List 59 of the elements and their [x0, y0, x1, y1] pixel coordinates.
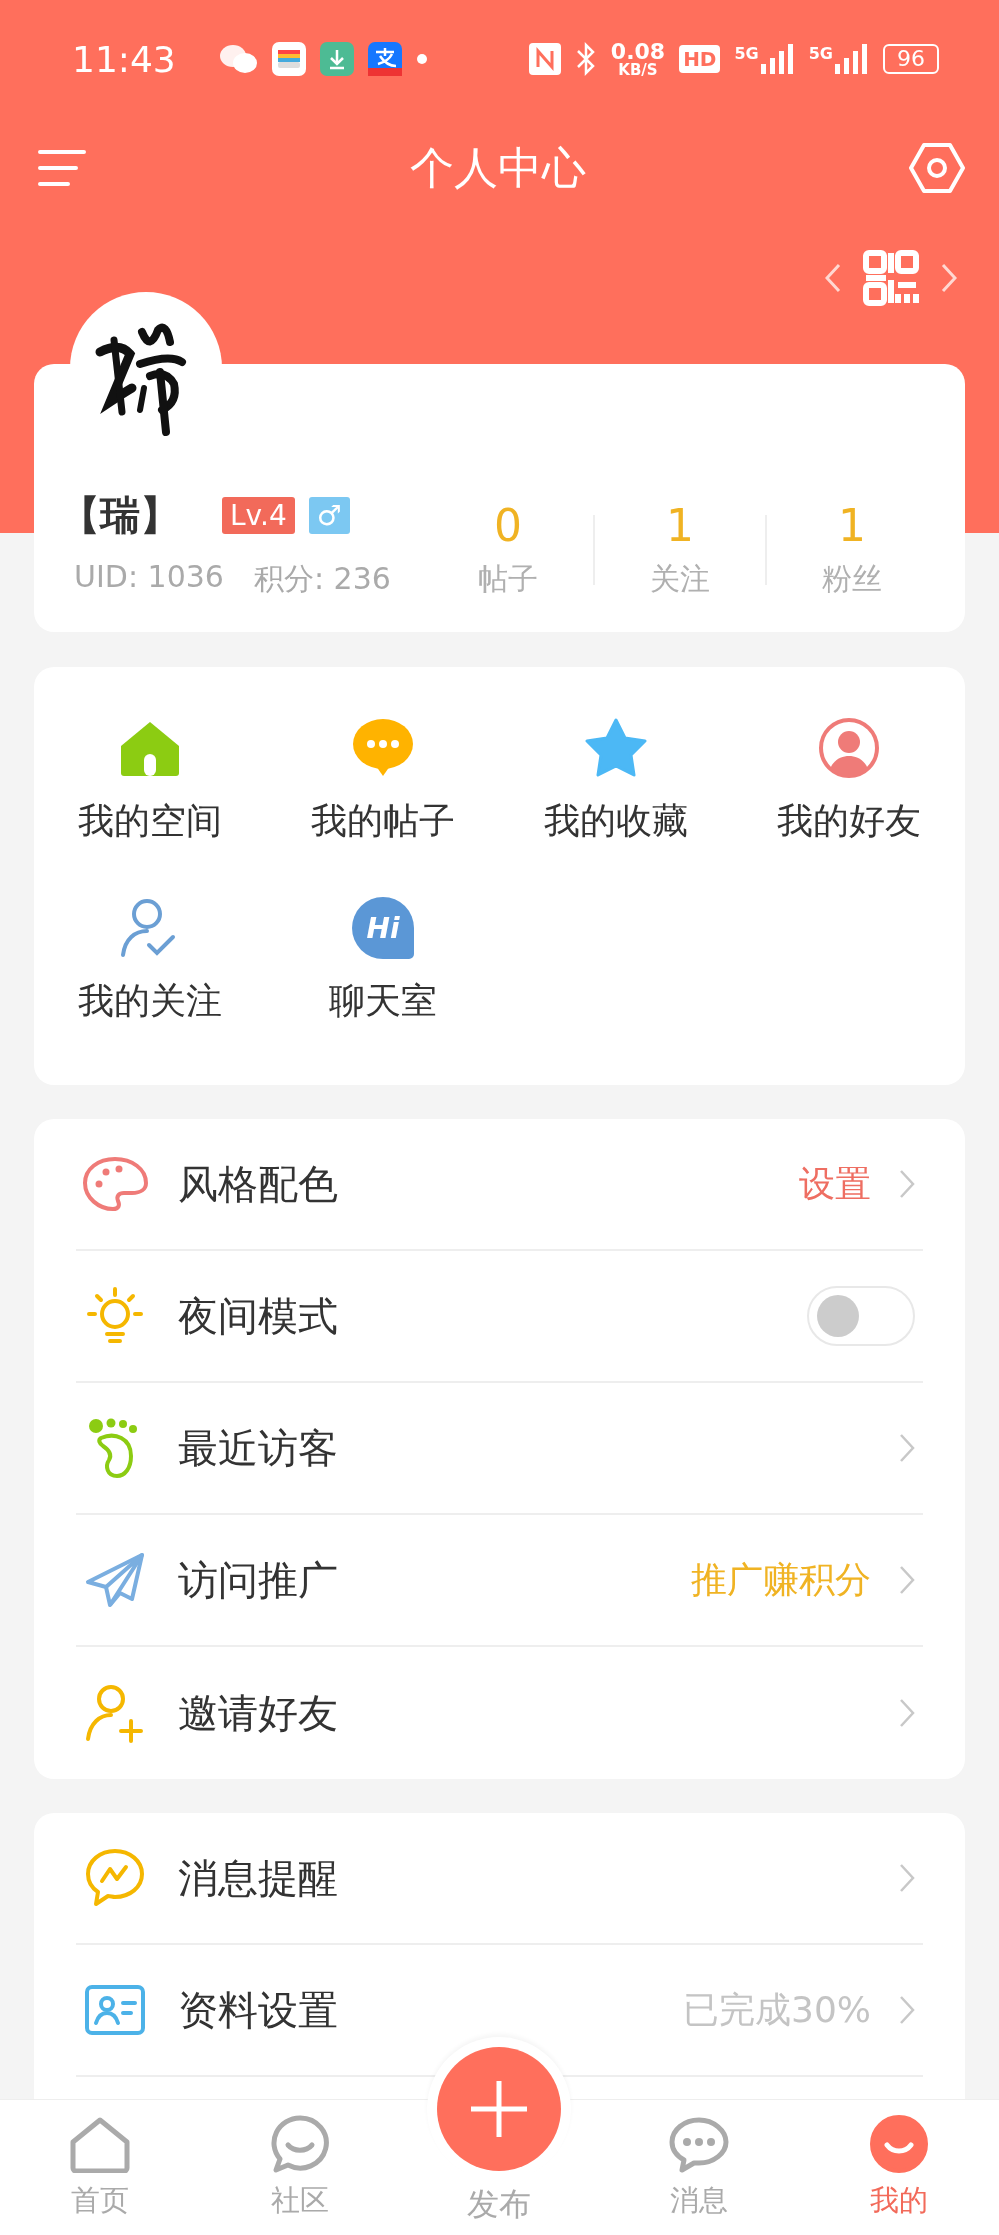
level-badge: Lv.4	[222, 497, 295, 534]
network-type: 5G	[808, 44, 833, 63]
shortcut-label[interactable]: 我的帖子	[311, 797, 456, 846]
user-id: UID: 1036	[74, 559, 224, 596]
chat-icon	[217, 43, 258, 75]
settings-icon[interactable]	[909, 142, 965, 194]
download-icon	[319, 42, 354, 76]
id-card-icon	[82, 1985, 148, 2035]
nfc-icon	[528, 43, 561, 75]
chevron-right-icon[interactable]	[899, 1565, 915, 1595]
shortcut-label[interactable]: 我的关注	[78, 977, 223, 1026]
menu-item[interactable]: 资料设置	[178, 1982, 338, 2038]
gender-badge: ♂	[308, 497, 350, 534]
palette-icon	[82, 1156, 148, 1212]
shortcut-label[interactable]: 我的收藏	[543, 797, 688, 846]
wallet-icon	[271, 42, 306, 76]
hd-badge: HD	[679, 45, 721, 73]
user-icon[interactable]	[817, 717, 880, 779]
menu-item[interactable]: 消息提醒	[178, 1850, 338, 1906]
shortcut-label[interactable]: 我的空间	[78, 797, 223, 846]
battery-indicator: 96	[883, 44, 939, 74]
signal-icon	[760, 44, 795, 74]
menu-value: 设置	[799, 1161, 871, 1206]
home-icon	[69, 2117, 130, 2173]
user-name: 【瑞】	[60, 491, 180, 540]
star-icon[interactable]	[584, 717, 647, 779]
menu-value: 已完成30%	[683, 1987, 871, 2032]
chevron-right-icon[interactable]	[899, 1995, 915, 2025]
shortcut-label[interactable]: 聊天室	[329, 977, 438, 1026]
chevron-right-icon[interactable]	[899, 1169, 915, 1199]
shortcut-label[interactable]: 我的好友	[776, 797, 921, 846]
page-title: 个人中心	[409, 140, 586, 195]
chevron-right-icon[interactable]	[899, 1433, 915, 1463]
chevron-left-icon[interactable]	[825, 263, 841, 293]
toggle-switch[interactable]	[807, 1286, 915, 1346]
chevron-right-icon[interactable]	[941, 263, 957, 293]
signal-icon	[835, 44, 869, 74]
menu-item[interactable]: 最近访客	[178, 1420, 338, 1476]
status-time: 11:43	[72, 38, 176, 80]
network-type: 5G	[734, 44, 759, 63]
menu-item[interactable]: 访问推广	[178, 1552, 338, 1608]
chevron-right-icon[interactable]	[899, 1863, 915, 1893]
smile-icon	[870, 2115, 929, 2173]
dot-icon	[415, 53, 428, 65]
plus-icon	[437, 2047, 562, 2171]
menu-item[interactable]: 夜间模式	[178, 1288, 338, 1344]
net-unit: KB/S	[618, 62, 658, 78]
bluetooth-icon	[574, 42, 597, 76]
user-points: 积分: 236	[253, 560, 391, 598]
menu-item[interactable]: 邀请好友	[178, 1685, 338, 1741]
net-speed: 0.08	[610, 40, 666, 63]
chevron-right-icon[interactable]	[899, 1698, 915, 1728]
menu-icon[interactable]	[38, 148, 86, 188]
menu-item[interactable]: 风格配色	[178, 1156, 338, 1212]
chat-dots-icon	[669, 2117, 730, 2173]
chat-smile-icon	[269, 2115, 330, 2173]
app-icon	[367, 42, 402, 76]
qr-code-icon[interactable]	[863, 250, 919, 306]
menu-value: 推广赚积分	[691, 1557, 871, 1602]
